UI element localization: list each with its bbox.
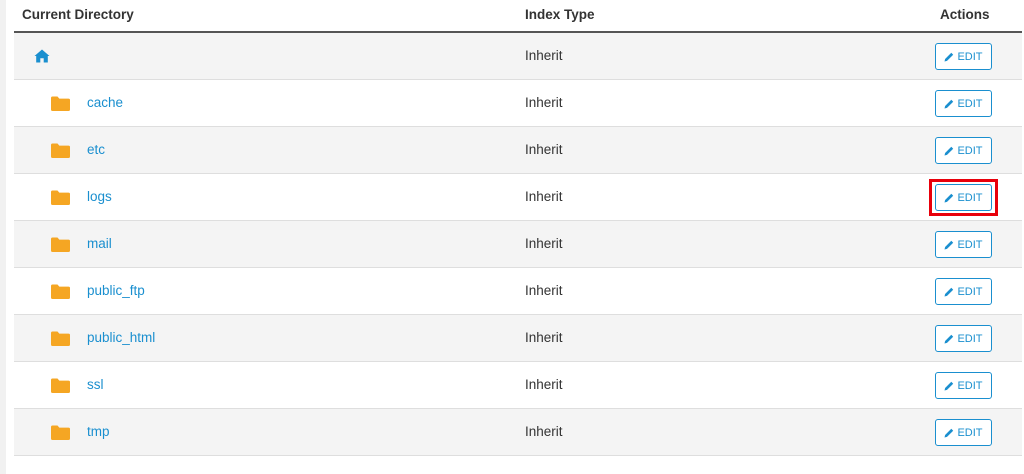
table-header: Current Directory Index Type Actions [14, 0, 1022, 33]
directory-link[interactable]: etc [87, 142, 105, 157]
table-row: Inherit EDIT [14, 33, 1022, 80]
edit-button-label: EDIT [957, 426, 983, 439]
directory-link[interactable]: ssl [87, 377, 104, 392]
folder-icon [51, 378, 70, 393]
table-body: Inherit EDIT cache Inherit EDIT etc Inherit EDI… [14, 33, 1022, 456]
table-row: tmp Inherit EDIT [14, 409, 1022, 456]
pencil-icon [944, 240, 954, 250]
edit-button[interactable]: EDIT [935, 184, 992, 211]
folder-icon [51, 425, 70, 440]
pencil-icon [944, 52, 954, 62]
edit-button[interactable]: EDIT [935, 419, 992, 446]
directory-link[interactable]: cache [87, 95, 123, 110]
home-icon[interactable] [34, 49, 50, 63]
table-row: public_html Inherit EDIT [14, 315, 1022, 362]
edit-button[interactable]: EDIT [935, 278, 992, 305]
table-row: mail Inherit EDIT [14, 221, 1022, 268]
folder-icon [51, 284, 70, 299]
directory-link[interactable]: logs [87, 189, 112, 204]
edit-button-label: EDIT [957, 144, 983, 157]
directory-link[interactable]: tmp [87, 424, 110, 439]
left-edge-strip [0, 0, 6, 474]
edit-button-label: EDIT [957, 97, 983, 110]
pencil-icon [944, 99, 954, 109]
edit-button-label: EDIT [957, 285, 983, 298]
index-type-value: Inherit [525, 48, 563, 63]
pencil-icon [944, 193, 954, 203]
edit-button[interactable]: EDIT [935, 372, 992, 399]
table-row: cache Inherit EDIT [14, 80, 1022, 127]
edit-button-label: EDIT [957, 191, 983, 204]
index-type-value: Inherit [525, 95, 563, 110]
edit-button-label: EDIT [957, 50, 983, 63]
column-header-current-directory: Current Directory [22, 7, 134, 22]
directory-link[interactable]: public_html [87, 330, 155, 345]
index-type-value: Inherit [525, 236, 563, 251]
edit-button-label: EDIT [957, 379, 983, 392]
edit-button-label: EDIT [957, 238, 983, 251]
column-header-index-type: Index Type [525, 7, 595, 22]
folder-icon [51, 331, 70, 346]
column-header-actions: Actions [940, 7, 990, 22]
table-row: ssl Inherit EDIT [14, 362, 1022, 409]
edit-button-label: EDIT [957, 332, 983, 345]
pencil-icon [944, 381, 954, 391]
edit-button[interactable]: EDIT [935, 325, 992, 352]
index-type-value: Inherit [525, 283, 563, 298]
edit-button[interactable]: EDIT [935, 90, 992, 117]
index-manager-page: Current Directory Index Type Actions Inh… [0, 0, 1024, 474]
edit-button[interactable]: EDIT [935, 137, 992, 164]
table-row: etc Inherit EDIT [14, 127, 1022, 174]
table-row: public_ftp Inherit EDIT [14, 268, 1022, 315]
edit-button[interactable]: EDIT [935, 231, 992, 258]
pencil-icon [944, 287, 954, 297]
index-type-value: Inherit [525, 142, 563, 157]
directory-table: Current Directory Index Type Actions Inh… [14, 0, 1022, 456]
table-row: logs Inherit EDIT [14, 174, 1022, 221]
index-type-value: Inherit [525, 424, 563, 439]
folder-icon [51, 237, 70, 252]
index-type-value: Inherit [525, 330, 563, 345]
directory-link[interactable]: public_ftp [87, 283, 145, 298]
folder-icon [51, 96, 70, 111]
directory-link[interactable]: mail [87, 236, 112, 251]
index-type-value: Inherit [525, 189, 563, 204]
pencil-icon [944, 146, 954, 156]
pencil-icon [944, 334, 954, 344]
edit-button[interactable]: EDIT [935, 43, 992, 70]
pencil-icon [944, 428, 954, 438]
folder-icon [51, 190, 70, 205]
folder-icon [51, 143, 70, 158]
index-type-value: Inherit [525, 377, 563, 392]
